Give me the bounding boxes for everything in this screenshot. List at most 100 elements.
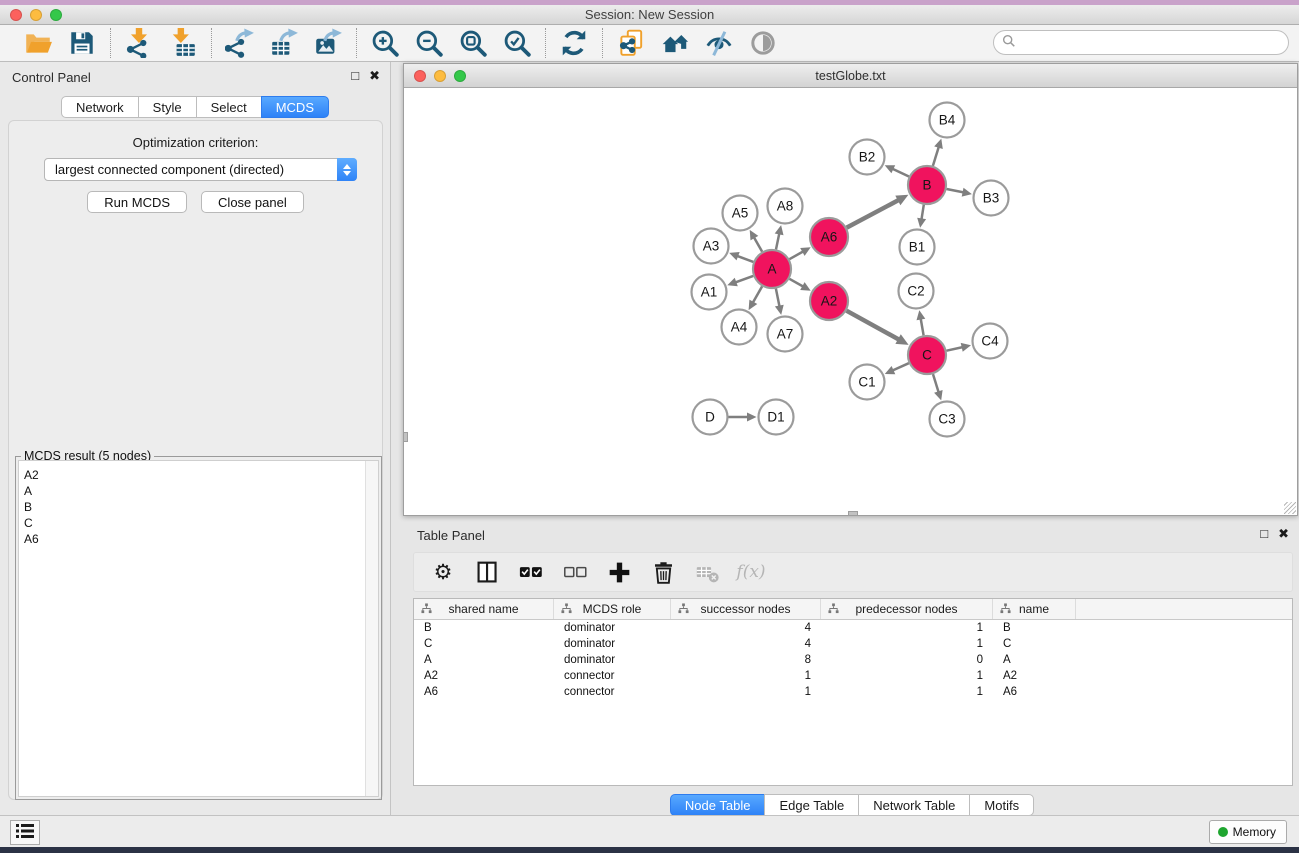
graph-edge-D-D1[interactable] xyxy=(729,413,757,422)
result-item[interactable]: B xyxy=(19,499,378,515)
tab-node-table[interactable]: Node Table xyxy=(670,794,766,816)
table-row[interactable]: Cdominator41C xyxy=(414,636,1292,652)
export-table-icon[interactable] xyxy=(268,28,300,58)
run-mcds-button[interactable]: Run MCDS xyxy=(87,191,187,213)
save-session-icon[interactable] xyxy=(66,28,98,58)
table-cell[interactable]: A6 xyxy=(414,686,554,698)
result-scrollbar[interactable] xyxy=(365,461,378,796)
tab-network[interactable]: Network xyxy=(61,96,139,118)
close-window-button[interactable] xyxy=(10,9,22,21)
table-cell[interactable]: dominator xyxy=(554,622,671,634)
graph-node-A4[interactable]: A4 xyxy=(722,310,757,345)
table-cell[interactable]: 1 xyxy=(671,686,821,698)
select-all-icon[interactable] xyxy=(518,559,544,585)
table-cell[interactable]: A xyxy=(414,654,554,666)
table-cell[interactable]: A2 xyxy=(993,670,1076,682)
graph-edge-A6-B[interactable] xyxy=(847,195,909,228)
optimization-criterion-select[interactable]: largest connected component (directed) xyxy=(44,158,357,181)
graph-node-A6[interactable]: A6 xyxy=(810,218,848,256)
split-view-icon[interactable] xyxy=(474,559,500,585)
float-table-panel-icon[interactable]: □ xyxy=(1260,526,1268,542)
graph-node-B[interactable]: B xyxy=(908,166,946,204)
graph-node-C3[interactable]: C3 xyxy=(930,402,965,437)
table-cell[interactable]: 4 xyxy=(671,622,821,634)
tab-motifs[interactable]: Motifs xyxy=(969,794,1034,816)
open-file-icon[interactable] xyxy=(22,28,54,58)
close-table-panel-icon[interactable]: ✖ xyxy=(1278,526,1289,542)
graph-edge-C-C3[interactable] xyxy=(933,374,943,400)
graph-node-A[interactable]: A xyxy=(753,250,791,288)
column-header-name[interactable]: name xyxy=(993,599,1076,619)
tab-mcds[interactable]: MCDS xyxy=(261,96,329,118)
graph-node-A7[interactable]: A7 xyxy=(768,317,803,352)
show-panel-icon[interactable] xyxy=(747,28,779,58)
table-cell[interactable]: 1 xyxy=(821,686,993,698)
table-row[interactable]: A2connector11A2 xyxy=(414,668,1292,684)
result-item[interactable]: A6 xyxy=(19,531,378,547)
graph-node-A8[interactable]: A8 xyxy=(768,189,803,224)
table-cell[interactable]: 0 xyxy=(821,654,993,666)
graph-edge-A-A2[interactable] xyxy=(789,279,810,291)
table-cell[interactable]: A6 xyxy=(993,686,1076,698)
table-cell[interactable]: C xyxy=(414,638,554,650)
network-close-button[interactable] xyxy=(414,70,426,82)
result-item[interactable]: A2 xyxy=(19,467,378,483)
left-edge-handle[interactable] xyxy=(403,432,408,442)
search-input[interactable] xyxy=(1020,33,1288,53)
graph-edge-B-B4[interactable] xyxy=(933,139,943,166)
table-cell[interactable]: B xyxy=(993,622,1076,634)
table-row[interactable]: Bdominator41B xyxy=(414,620,1292,636)
zoom-out-icon[interactable] xyxy=(413,28,445,58)
graph-node-A3[interactable]: A3 xyxy=(694,229,729,264)
result-item[interactable]: A xyxy=(19,483,378,499)
graph-edge-A-A3[interactable] xyxy=(729,252,753,262)
column-header-successor-nodes[interactable]: successor nodes xyxy=(671,599,821,619)
graph-edge-A2-C[interactable] xyxy=(847,311,909,345)
column-header-shared-name[interactable]: shared name xyxy=(414,599,554,619)
deselect-all-icon[interactable] xyxy=(562,559,588,585)
search-box[interactable] xyxy=(993,30,1289,55)
graph-node-B1[interactable]: B1 xyxy=(900,230,935,265)
graph-edge-B-B1[interactable] xyxy=(917,205,926,228)
graph-node-D1[interactable]: D1 xyxy=(759,400,794,435)
add-column-icon[interactable] xyxy=(606,559,632,585)
graph-node-C4[interactable]: C4 xyxy=(973,324,1008,359)
table-cell[interactable]: A2 xyxy=(414,670,554,682)
clone-network-icon[interactable] xyxy=(615,28,647,58)
graph-node-C[interactable]: C xyxy=(908,336,946,374)
import-table-icon[interactable] xyxy=(167,28,199,58)
graph-edge-C-C4[interactable] xyxy=(947,343,972,352)
resize-grip-icon[interactable] xyxy=(1284,502,1296,514)
graph-node-A2[interactable]: A2 xyxy=(810,282,848,320)
zoom-fit-icon[interactable] xyxy=(457,28,489,58)
mcds-result-list[interactable]: A2ABCA6 xyxy=(18,460,379,797)
table-cell[interactable]: 4 xyxy=(671,638,821,650)
table-cell[interactable]: 1 xyxy=(821,638,993,650)
zoom-selected-icon[interactable] xyxy=(501,28,533,58)
hide-panel-icon[interactable] xyxy=(703,28,735,58)
graph-node-A1[interactable]: A1 xyxy=(692,275,727,310)
tab-style[interactable]: Style xyxy=(138,96,197,118)
network-view-titlebar[interactable]: testGlobe.txt xyxy=(404,64,1297,88)
table-cell[interactable]: 1 xyxy=(671,670,821,682)
table-cell[interactable]: connector xyxy=(554,670,671,682)
graph-node-D[interactable]: D xyxy=(693,400,728,435)
table-cell[interactable]: 1 xyxy=(821,670,993,682)
graph-node-A5[interactable]: A5 xyxy=(723,196,758,231)
tab-select[interactable]: Select xyxy=(196,96,262,118)
graph-node-B3[interactable]: B3 xyxy=(974,181,1009,216)
gear-icon[interactable]: ⚙ xyxy=(430,559,456,585)
table-row[interactable]: A6connector11A6 xyxy=(414,684,1292,700)
task-history-button[interactable] xyxy=(10,820,40,845)
table-cell[interactable]: 8 xyxy=(671,654,821,666)
graph-node-B2[interactable]: B2 xyxy=(850,140,885,175)
graph-edge-C-C1[interactable] xyxy=(885,363,909,374)
result-item[interactable]: C xyxy=(19,515,378,531)
graph-edge-A-A5[interactable] xyxy=(750,230,762,252)
zoom-window-button[interactable] xyxy=(50,9,62,21)
zoom-in-icon[interactable] xyxy=(369,28,401,58)
table-cell[interactable]: dominator xyxy=(554,638,671,650)
tab-edge-table[interactable]: Edge Table xyxy=(764,794,859,816)
graph-edge-A-A1[interactable] xyxy=(727,276,753,286)
graph-edge-A-A6[interactable] xyxy=(789,247,810,259)
